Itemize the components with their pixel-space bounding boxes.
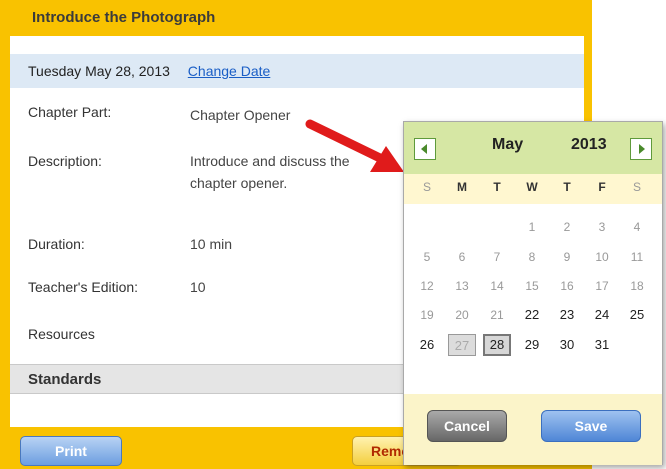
- calendar-day: 5: [423, 250, 431, 264]
- duration-label: Duration:: [28, 236, 85, 252]
- calendar-day[interactable]: 29: [518, 334, 546, 356]
- calendar-year: 2013: [571, 136, 607, 153]
- chapter-part-value: Chapter Opener: [190, 107, 291, 123]
- calendar-day: 14: [490, 279, 504, 293]
- calendar-day: 23: [559, 307, 575, 322]
- calendar-day: 20: [455, 308, 469, 322]
- weekday-label: T: [563, 180, 571, 194]
- selected-day[interactable]: 28: [483, 334, 511, 356]
- triangle-left-icon: [421, 144, 427, 154]
- calendar-day[interactable]: 30: [553, 334, 581, 356]
- save-button[interactable]: Save: [541, 410, 641, 442]
- next-month-button[interactable]: [630, 138, 652, 160]
- calendar-day: 17: [595, 279, 609, 293]
- resources-label: Resources: [28, 326, 95, 342]
- date-bar: Tuesday May 28, 2013 Change Date: [10, 54, 584, 88]
- lesson-date: Tuesday May 28, 2013: [28, 63, 170, 79]
- calendar-day: 25: [629, 307, 645, 322]
- calendar-day: 4: [633, 220, 641, 234]
- calendar-day: 9: [563, 250, 571, 264]
- calendar-day: 3: [598, 220, 606, 234]
- change-date-link[interactable]: Change Date: [188, 63, 271, 79]
- calendar-day: 11: [630, 250, 644, 264]
- date-picker-popup: May 2013 SMTWTFS 1 2 3 4 5 6 7 8 9 10 11 12 13 14 15 16…: [403, 121, 663, 465]
- calendar-month: May: [492, 136, 524, 153]
- panel-title: Introduce the Photograph: [10, 0, 584, 36]
- calendar-day: 8: [528, 250, 536, 264]
- calendar-day: 13: [455, 279, 469, 293]
- today-day[interactable]: 27: [448, 334, 476, 356]
- calendar-day: 26: [419, 337, 435, 352]
- weekday-label: F: [598, 180, 606, 194]
- calendar-day: 24: [594, 307, 610, 322]
- calendar-day: 7: [493, 250, 501, 264]
- weekday-header-row: SMTWTFS: [404, 174, 662, 204]
- calendar-day: 10: [595, 250, 609, 264]
- calendar-day: 21: [490, 308, 504, 322]
- calendar-day: 16: [560, 279, 574, 293]
- chapter-part-label: Chapter Part:: [28, 104, 112, 120]
- calendar-day: 15: [525, 279, 539, 293]
- weekday-label: M: [457, 180, 467, 194]
- calendar-day: 18: [630, 279, 644, 293]
- calendar-day: 12: [420, 279, 434, 293]
- description-line-2: chapter opener.: [190, 175, 288, 191]
- calendar-day: 19: [420, 308, 434, 322]
- calendar-footer: Cancel Save: [404, 394, 662, 465]
- calendar-day[interactable]: 31: [588, 334, 616, 356]
- description-value: Introduce and discuss the chapter opener…: [190, 150, 350, 194]
- calendar-day: 6: [458, 250, 466, 264]
- calendar-day: 22: [524, 307, 540, 322]
- weekday-label: S: [632, 180, 641, 194]
- weekday-label: T: [493, 180, 501, 194]
- weekday-label: W: [526, 180, 538, 194]
- teachers-edition-value: 10: [190, 279, 206, 295]
- weekday-label: S: [422, 180, 431, 194]
- duration-value: 10 min: [190, 236, 233, 252]
- cancel-button[interactable]: Cancel: [427, 410, 507, 442]
- description-line-1: Introduce and discuss the: [190, 153, 350, 169]
- triangle-right-icon: [639, 144, 645, 154]
- calendar-header: May 2013: [404, 122, 662, 174]
- teachers-edition-label: Teacher's Edition:: [28, 279, 139, 295]
- print-button[interactable]: Print: [20, 436, 122, 466]
- prev-month-button[interactable]: [414, 138, 436, 160]
- calendar-day: 2: [563, 220, 571, 234]
- description-label: Description:: [28, 153, 102, 169]
- calendar-day: 1: [528, 220, 536, 234]
